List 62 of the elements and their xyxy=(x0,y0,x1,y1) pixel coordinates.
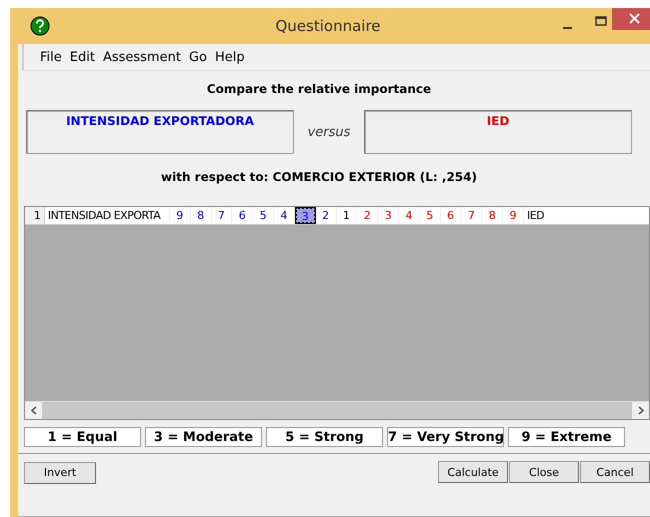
scale-value: 5 xyxy=(260,209,267,222)
scale-cell[interactable]: 5 xyxy=(253,207,274,224)
scale-cell[interactable]: 4 xyxy=(398,207,420,224)
scale-value: 2 xyxy=(364,209,371,222)
scale-cell[interactable]: 8 xyxy=(190,207,212,224)
scale-value: 3 xyxy=(302,210,309,223)
menu-item[interactable]: Help xyxy=(210,50,249,64)
left-item-box: INTENSIDAD EXPORTADORA xyxy=(26,110,294,154)
scale-cell[interactable]: 2 xyxy=(357,207,378,224)
scale-cell[interactable]: 3 xyxy=(378,207,399,224)
window-title: Questionnaire xyxy=(274,17,382,35)
scale-value: 8 xyxy=(197,209,204,222)
scale-value: 4 xyxy=(280,209,288,222)
maximize-icon[interactable] xyxy=(595,16,607,26)
table-cell-text: IED xyxy=(526,209,546,222)
scale-value: 6 xyxy=(238,209,246,222)
legend-label: 7 = Very Strong xyxy=(387,427,504,447)
scale-cell[interactable]: 1 xyxy=(336,207,358,224)
scale-value: 6 xyxy=(447,209,454,222)
scale-cell[interactable]: 5 xyxy=(420,207,441,224)
legend-label: 5 = Strong xyxy=(266,427,383,447)
scale-cell[interactable]: 9 xyxy=(503,207,524,224)
scale-value: 5 xyxy=(426,209,434,222)
scale-cell[interactable]: 7 xyxy=(461,207,482,224)
close-icon[interactable] xyxy=(612,8,650,30)
scale-value: 7 xyxy=(218,209,225,222)
versus-label: versus xyxy=(306,124,352,140)
menu-item[interactable]: Edit xyxy=(66,50,99,64)
scale-value: 9 xyxy=(176,209,184,222)
scale-cell[interactable]: 9 xyxy=(170,207,191,224)
invert-button[interactable]: Invert xyxy=(24,462,96,484)
legend-label: 3 = Moderate xyxy=(145,427,262,447)
scale-cell[interactable]: 6 xyxy=(232,207,254,224)
legend-label: 1 = Equal xyxy=(24,427,141,447)
scale-value: 8 xyxy=(488,209,496,222)
scale-value: 2 xyxy=(322,209,330,222)
scale-cell[interactable]: 8 xyxy=(482,207,504,224)
help-icon xyxy=(30,16,50,36)
scale-cell[interactable]: 7 xyxy=(212,207,232,224)
horizontal-scrollbar[interactable] xyxy=(25,401,649,419)
menu-item[interactable]: Go xyxy=(184,50,211,64)
scale-value: 1 xyxy=(342,209,350,222)
scale-cell[interactable]: 3 xyxy=(294,207,316,224)
scale-value: 7 xyxy=(468,209,475,222)
scale-cell[interactable]: 2 xyxy=(316,207,336,224)
scale-value: 9 xyxy=(510,209,517,222)
right-item-box: IED xyxy=(364,110,632,154)
scroll-right-icon[interactable] xyxy=(632,402,649,419)
scroll-left-icon[interactable] xyxy=(25,402,42,419)
table-cell: INTENSIDAD EXPORTA xyxy=(44,209,170,222)
heading: Compare the relative importance xyxy=(206,82,432,96)
scale-value: 3 xyxy=(384,209,392,222)
dialog-button[interactable]: Calculate xyxy=(438,461,508,483)
scale-cell[interactable]: 6 xyxy=(440,207,462,224)
legend-label: 9 = Extreme xyxy=(508,427,625,447)
row-number: 1 xyxy=(25,207,45,224)
dialog-button[interactable]: Cancel xyxy=(580,461,650,483)
menu-item[interactable]: File xyxy=(36,50,66,64)
menu-item[interactable]: Assessment xyxy=(98,50,185,64)
dialog-button[interactable]: Close xyxy=(509,461,579,483)
scale-value: 4 xyxy=(405,209,412,222)
context-label: with respect to: COMERCIO EXTERIOR (L: ,254) xyxy=(160,170,478,184)
